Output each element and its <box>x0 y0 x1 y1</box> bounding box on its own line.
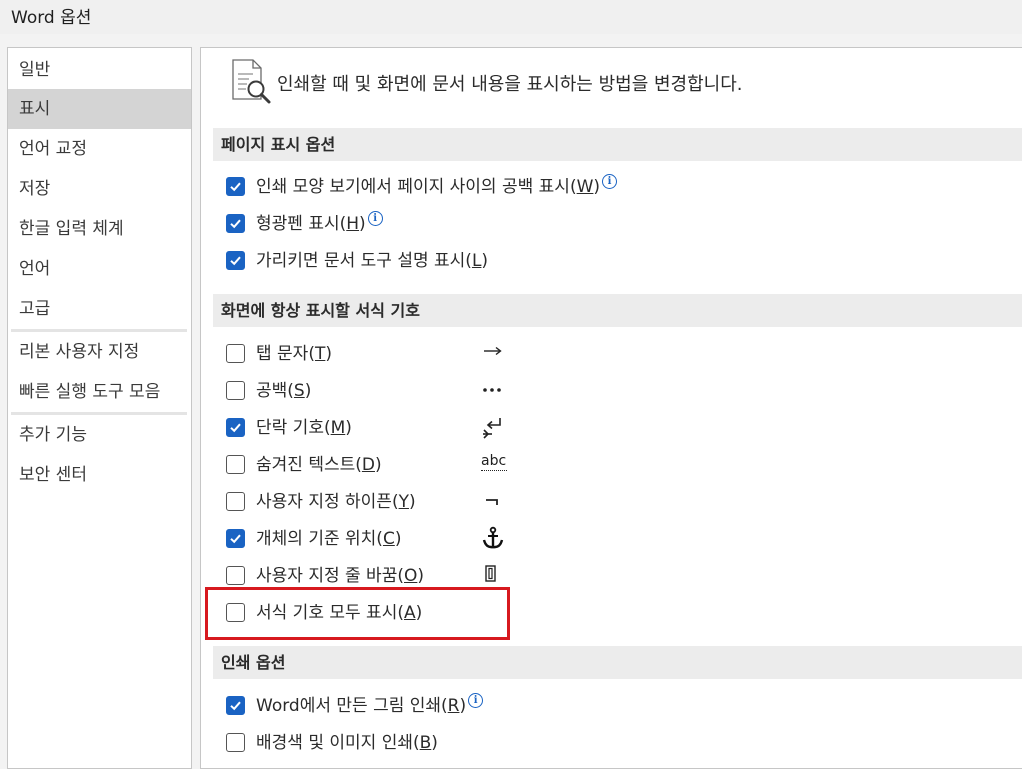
document-magnifier-icon <box>229 57 273 105</box>
display-options-panel: 인쇄할 때 및 화면에 문서 내용을 표시하는 방법을 변경합니다. 페이지 표… <box>200 47 1022 769</box>
nav-item-add-ins[interactable]: 추가 기능 <box>8 415 191 455</box>
nav-item-general[interactable]: 일반 <box>8 50 191 90</box>
checkbox[interactable] <box>226 603 245 622</box>
hidden-text-icon: abc <box>481 453 507 471</box>
nav-item-language[interactable]: 언어 <box>8 249 191 289</box>
checkbox[interactable] <box>226 251 245 270</box>
nav-item-hangul-input[interactable]: 한글 입력 체계 <box>8 209 191 249</box>
tab-arrow-icon <box>481 341 509 367</box>
checkbox[interactable] <box>226 214 245 233</box>
optional-hyphen-icon <box>481 489 509 515</box>
checkbox[interactable] <box>226 733 245 752</box>
window-title: Word 옵션 <box>11 8 92 28</box>
checkbox[interactable] <box>226 492 245 511</box>
nav-item-trust-center[interactable]: 보안 센터 <box>8 455 191 495</box>
checkbox[interactable] <box>226 177 245 196</box>
checkbox[interactable] <box>226 418 245 437</box>
info-icon[interactable]: i <box>468 693 484 708</box>
checkbox[interactable] <box>226 455 245 474</box>
checkbox[interactable] <box>226 381 245 400</box>
section-formatting-marks: 화면에 항상 표시할 서식 기호 <box>213 294 1022 327</box>
checkbox[interactable] <box>226 529 245 548</box>
title-bar: Word 옵션 <box>0 0 1022 34</box>
section-print-options: 인쇄 옵션 <box>213 646 1022 679</box>
space-dots-icon <box>481 378 509 404</box>
options-nav: 일반 표시 언어 교정 저장 한글 입력 체계 언어 고급 리본 사용자 지정 … <box>7 47 192 769</box>
nav-item-display[interactable]: 표시 <box>8 89 191 129</box>
info-icon[interactable]: i <box>367 211 383 226</box>
info-icon[interactable]: i <box>602 174 618 189</box>
checkbox[interactable] <box>226 344 245 363</box>
nav-item-advanced[interactable]: 고급 <box>8 289 191 329</box>
nav-item-save[interactable]: 저장 <box>8 169 191 209</box>
section-page-display: 페이지 표시 옵션 <box>213 128 1022 161</box>
paragraph-mark-icon <box>481 415 509 441</box>
line-break-icon <box>481 563 509 589</box>
anchor-icon <box>481 526 509 552</box>
panel-description: 인쇄할 때 및 화면에 문서 내용을 표시하는 방법을 변경합니다. <box>277 74 743 95</box>
nav-item-proofing[interactable]: 언어 교정 <box>8 129 191 169</box>
checkbox[interactable] <box>226 566 245 585</box>
nav-item-quick-access[interactable]: 빠른 실행 도구 모음 <box>8 372 191 412</box>
checkbox[interactable] <box>226 696 245 715</box>
nav-item-customize-ribbon[interactable]: 리본 사용자 지정 <box>8 332 191 372</box>
